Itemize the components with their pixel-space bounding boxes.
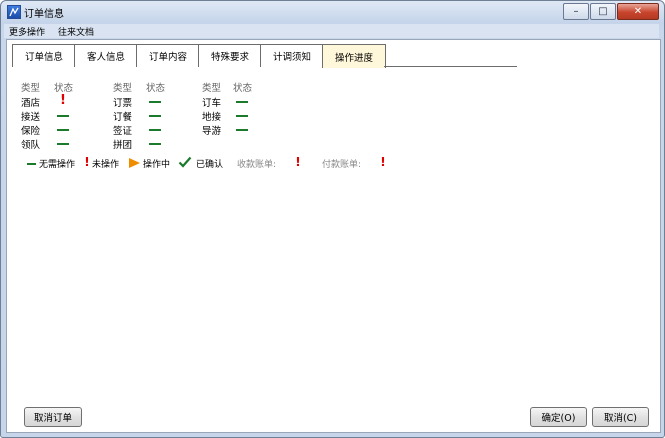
in-progress-icon bbox=[129, 158, 140, 168]
tab-label: 订单内容 bbox=[148, 52, 187, 63]
app-icon bbox=[7, 5, 21, 19]
no-action-icon bbox=[149, 129, 161, 131]
no-action-icon bbox=[236, 101, 248, 103]
no-action-icon bbox=[149, 143, 161, 145]
item-car: 订车 bbox=[202, 98, 222, 109]
legend-confirmed: 已确认 bbox=[196, 160, 224, 170]
button-label: 取消(C) bbox=[603, 413, 638, 424]
content-panel: 订单信息 客人信息 订单内容 特殊要求 计调须知 操作进度 类型 状态 酒店 !… bbox=[6, 39, 661, 433]
item-guide: 导游 bbox=[202, 126, 222, 137]
item-transfer: 接送 bbox=[21, 112, 41, 123]
tab-order-content[interactable]: 订单内容 bbox=[136, 44, 200, 67]
header-status: 状态 bbox=[54, 83, 74, 94]
header-type: 类型 bbox=[113, 83, 133, 94]
order-info-window: 订单信息 – □ ✕ 更多操作 往来文档 订单信息 客人信息 订单内容 特殊要求… bbox=[0, 0, 665, 438]
window-title: 订单信息 bbox=[24, 9, 64, 20]
item-tour-leader: 领队 bbox=[21, 140, 41, 151]
no-action-icon bbox=[57, 129, 69, 131]
no-action-icon bbox=[236, 129, 248, 131]
legend-no-action: 无需操作 bbox=[39, 160, 76, 170]
item-ground-handling: 地接 bbox=[202, 112, 222, 123]
maximize-icon: □ bbox=[598, 5, 608, 17]
pending-icon: ! bbox=[60, 93, 66, 108]
check-icon bbox=[178, 156, 192, 168]
payable-pending-icon: ! bbox=[380, 155, 386, 169]
maximize-button[interactable]: □ bbox=[590, 3, 616, 20]
tab-label: 操作进度 bbox=[334, 52, 373, 64]
menu-documents[interactable]: 往来文档 bbox=[58, 25, 94, 38]
header-type: 类型 bbox=[21, 83, 41, 94]
item-hotel: 酒店 bbox=[21, 98, 41, 109]
item-meals: 订餐 bbox=[113, 112, 133, 123]
menu-bar: 更多操作 往来文档 bbox=[4, 24, 659, 38]
no-action-icon bbox=[149, 115, 161, 117]
tab-dispatch-notes[interactable]: 计调须知 bbox=[260, 44, 324, 67]
close-button[interactable]: ✕ bbox=[617, 3, 659, 20]
receivable-bill-label: 收款账单: bbox=[237, 160, 277, 170]
cancel-order-button[interactable]: 取消订单 bbox=[24, 407, 82, 427]
legend-pending: 未操作 bbox=[92, 160, 120, 170]
payable-bill-label: 付款账单: bbox=[322, 160, 362, 170]
tab-operation-progress[interactable]: 操作进度 bbox=[322, 44, 386, 68]
minimize-icon: – bbox=[573, 5, 579, 17]
close-icon: ✕ bbox=[633, 5, 643, 17]
menu-more-actions[interactable]: 更多操作 bbox=[9, 25, 45, 38]
item-group-merge: 拼团 bbox=[113, 140, 133, 151]
no-action-icon bbox=[57, 143, 69, 145]
tab-label: 客人信息 bbox=[86, 52, 125, 63]
header-type: 类型 bbox=[202, 83, 222, 94]
no-action-icon bbox=[149, 101, 161, 103]
button-label: 确定(O) bbox=[541, 413, 576, 424]
header-status: 状态 bbox=[146, 83, 166, 94]
tab-special-requests[interactable]: 特殊要求 bbox=[198, 44, 262, 67]
receivable-pending-icon: ! bbox=[295, 155, 301, 169]
cancel-button[interactable]: 取消(C) bbox=[592, 407, 649, 427]
tab-label: 订单信息 bbox=[24, 52, 63, 63]
item-ticketing: 订票 bbox=[113, 98, 133, 109]
tab-order-info[interactable]: 订单信息 bbox=[12, 44, 76, 67]
item-visa: 签证 bbox=[113, 126, 133, 137]
tab-underline bbox=[384, 66, 517, 67]
no-action-icon bbox=[57, 115, 69, 117]
ok-button[interactable]: 确定(O) bbox=[530, 407, 587, 427]
tab-label: 特殊要求 bbox=[210, 52, 249, 63]
pending-icon: ! bbox=[84, 155, 90, 169]
minimize-button[interactable]: – bbox=[563, 3, 589, 20]
item-insurance: 保险 bbox=[21, 126, 41, 137]
button-label: 取消订单 bbox=[33, 413, 72, 424]
no-action-icon bbox=[236, 115, 248, 117]
legend-in-progress: 操作中 bbox=[143, 160, 171, 170]
tab-guest-info[interactable]: 客人信息 bbox=[74, 44, 138, 67]
title-bar[interactable]: 订单信息 – □ ✕ bbox=[1, 1, 664, 23]
tab-label: 计调须知 bbox=[272, 52, 311, 63]
no-action-icon bbox=[27, 163, 36, 165]
header-status: 状态 bbox=[233, 83, 253, 94]
